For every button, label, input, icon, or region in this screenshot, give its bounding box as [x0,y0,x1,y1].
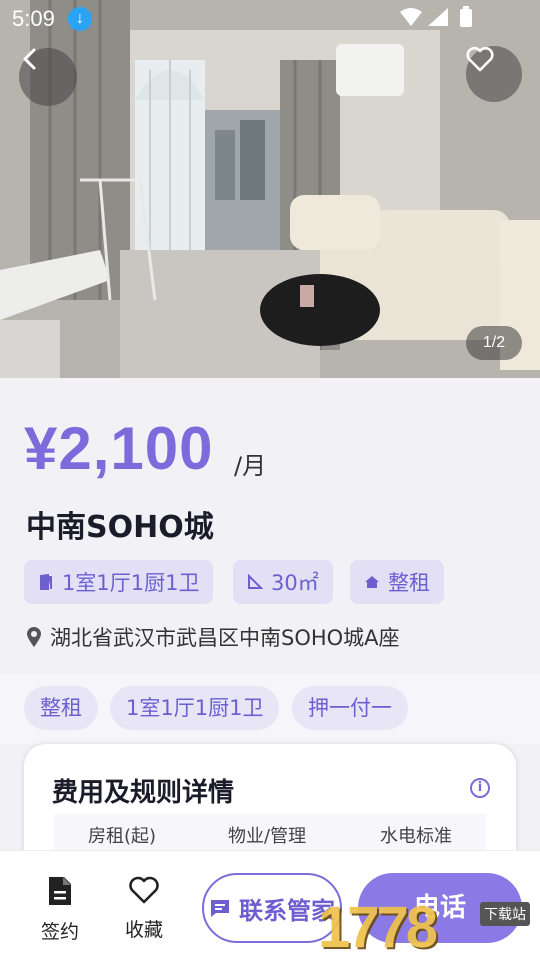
sign-button[interactable]: 签约 [30,875,90,944]
battery-icon [460,9,472,27]
price-unit: /月 [234,452,267,480]
chevron-left-icon [23,48,36,70]
favorite-button[interactable] [466,46,522,102]
ruler-icon [248,574,263,589]
document-icon [49,877,71,905]
status-icons [400,6,500,30]
label-chip: 整租 [24,686,98,730]
home-icon [365,576,379,588]
watermark-text: 1778 [318,895,438,960]
fee-table-header: 房租(起) 物业/管理 水电标准 [54,814,486,854]
back-button[interactable] [19,48,77,106]
spec-tag-label: 30㎡ [271,571,319,595]
spec-tag-label: 整租 [388,571,430,595]
room-photo-illustration [0,0,540,378]
info-icon[interactable]: i [470,778,490,798]
wifi-icon [400,8,422,26]
address-text: 湖北省武汉市武昌区中南SOHO城A座 [50,626,400,650]
feature-labels: 整租 1室1厅1厨1卫 押一付一 [0,674,540,744]
signal-icon [428,8,448,26]
spec-tag-rental-type: 整租 [350,560,444,604]
fee-card-title: 费用及规则详情 [52,778,235,808]
label-chip: 1室1厅1厨1卫 [110,686,280,730]
spec-tag-label: 1室1厅1厨1卫 [62,571,200,595]
watermark-badge: 下载站 [480,902,530,926]
address[interactable]: 湖北省武汉市武昌区中南SOHO城A座 [26,622,400,652]
listing-photo[interactable]: 5:09 ↓ 1/2 [0,0,540,378]
label-chip: 押一付一 [292,686,408,730]
chat-icon [211,900,229,917]
site-watermark: 1778 下载站 [316,888,540,960]
status-bar: 5:09 ↓ [0,0,540,36]
location-pin-icon [27,627,41,647]
favorite-label: 收藏 [124,919,163,941]
sign-label: 签约 [40,921,79,943]
price: ¥2,100 [24,415,214,482]
spec-tag-area: 30㎡ [233,560,333,604]
listing-title: 中南SOHO城 [26,510,214,545]
column-header-property: 物业/管理 [228,826,307,847]
heart-outline-icon [129,876,159,904]
listing-info: ¥2,100 /月 中南SOHO城 1室1厅1厨1卫 30㎡ 整租 湖北省武汉市… [0,378,540,674]
heart-icon [466,46,494,72]
favorite-tab-button[interactable]: 收藏 [114,875,174,942]
status-time: 5:09 [12,6,55,31]
column-header-rent: 房租(起) [88,826,157,847]
spec-tag-layout: 1室1厅1厨1卫 [24,560,214,604]
download-icon: ↓ [68,7,92,31]
door-icon [40,574,52,590]
column-header-utilities: 水电标准 [380,826,452,847]
image-counter: 1/2 [466,326,522,360]
